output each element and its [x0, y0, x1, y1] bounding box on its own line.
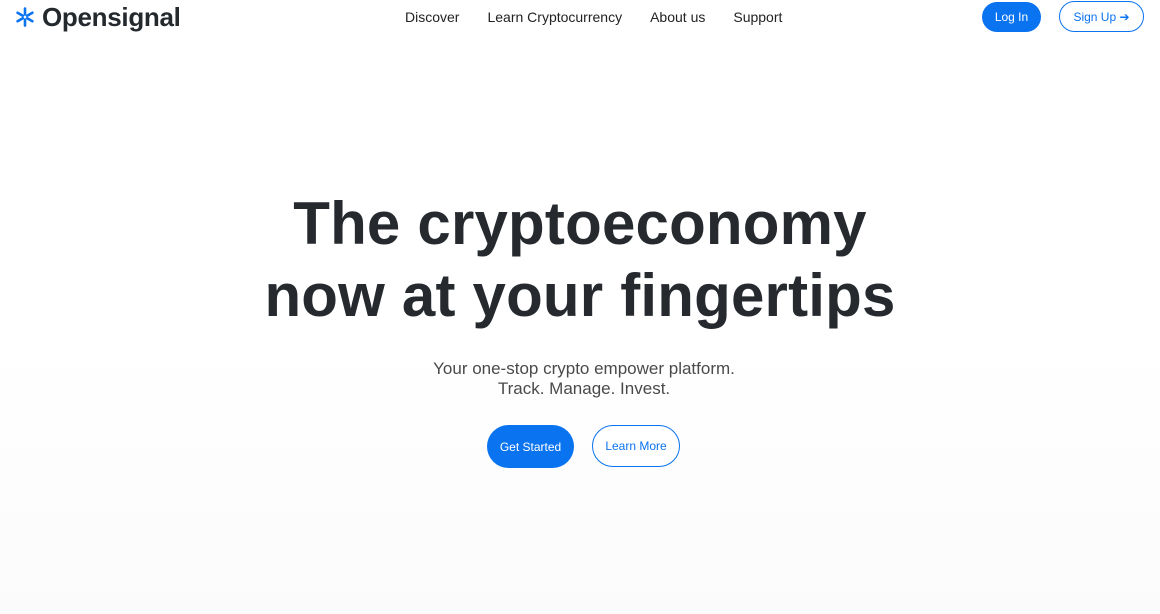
signup-button[interactable]: Sign Up ➔ [1059, 1, 1144, 32]
hero-subtitle: Your one-stop crypto empower platform. T… [0, 359, 1160, 399]
login-button[interactable]: Log In [982, 2, 1041, 32]
hero-title-line-2: now at your fingertips [264, 262, 896, 329]
hero-subtitle-line-1: Your one-stop crypto empower platform. [433, 359, 735, 378]
main-nav: Discover Learn Cryptocurrency About us S… [405, 0, 782, 34]
brand-name: Opensignal [42, 1, 181, 32]
nav-item-support[interactable]: Support [733, 9, 782, 25]
learn-more-button[interactable]: Learn More [592, 425, 680, 467]
hero-subtitle-line-2: Track. Manage. Invest. [497, 379, 671, 398]
hero-title: The cryptoeconomy now at your fingertips [0, 188, 1160, 332]
hero-title-line-1: The cryptoeconomy [293, 190, 867, 257]
landing-page: Opensignal Discover Learn Cryptocurrency… [0, 0, 1160, 614]
get-started-button[interactable]: Get Started [487, 425, 574, 468]
nav-item-discover[interactable]: Discover [405, 9, 459, 25]
brand-logo[interactable]: Opensignal [14, 0, 181, 34]
nav-item-learn-cryptocurrency[interactable]: Learn Cryptocurrency [487, 9, 622, 25]
asterisk-logo-icon [16, 7, 34, 27]
nav-item-about-us[interactable]: About us [650, 9, 705, 25]
